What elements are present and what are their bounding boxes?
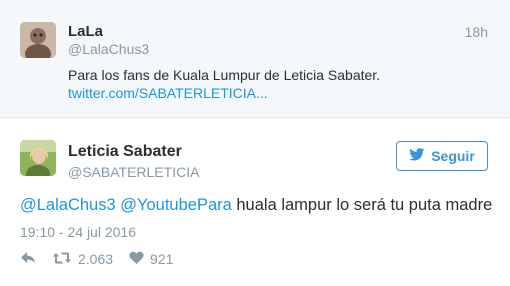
- mention-lalachus3[interactable]: @LalaChus3: [20, 196, 116, 214]
- author-handle[interactable]: @SABATERLETICIA: [68, 164, 199, 180]
- author-name[interactable]: Leticia Sabater: [68, 143, 182, 161]
- reply-button[interactable]: [20, 251, 36, 268]
- tweet-actions: 2.063 921: [20, 250, 173, 268]
- author-name[interactable]: LaLa: [68, 23, 103, 40]
- mention-youtubepara[interactable]: @YoutubePara: [120, 196, 232, 214]
- avatar-leticia[interactable]: [20, 140, 56, 176]
- author-handle[interactable]: @LalaChus3: [68, 41, 149, 57]
- tweet-text: @LalaChus3 @YoutubePara huala lampur lo …: [20, 196, 492, 215]
- tweet-text: Para los fans de Kuala Lumpur de Leticia…: [68, 67, 381, 83]
- retweet-count: 2.063: [78, 251, 114, 267]
- tweet-body: huala lampur lo será tu puta madre: [231, 196, 493, 214]
- follow-label: Seguir: [431, 148, 475, 164]
- tweet-link[interactable]: twitter.com/SABATERLETICIA...: [68, 85, 268, 101]
- twitter-bird-icon: [409, 148, 425, 164]
- retweet-button[interactable]: 2.063: [52, 251, 113, 268]
- tweet-timestamp[interactable]: 18h: [465, 24, 488, 40]
- like-count: 921: [150, 251, 174, 267]
- avatar-lala[interactable]: [20, 22, 56, 58]
- reply-icon: [20, 251, 36, 268]
- heart-icon: [129, 251, 144, 268]
- parent-tweet[interactable]: LaLa @LalaChus3 18h Para los fans de Kua…: [0, 0, 510, 118]
- like-button[interactable]: 921: [129, 251, 173, 268]
- follow-button[interactable]: Seguir: [396, 141, 488, 171]
- tweet-date[interactable]: 19:10 - 24 jul 2016: [20, 224, 136, 240]
- retweet-icon: [52, 251, 72, 268]
